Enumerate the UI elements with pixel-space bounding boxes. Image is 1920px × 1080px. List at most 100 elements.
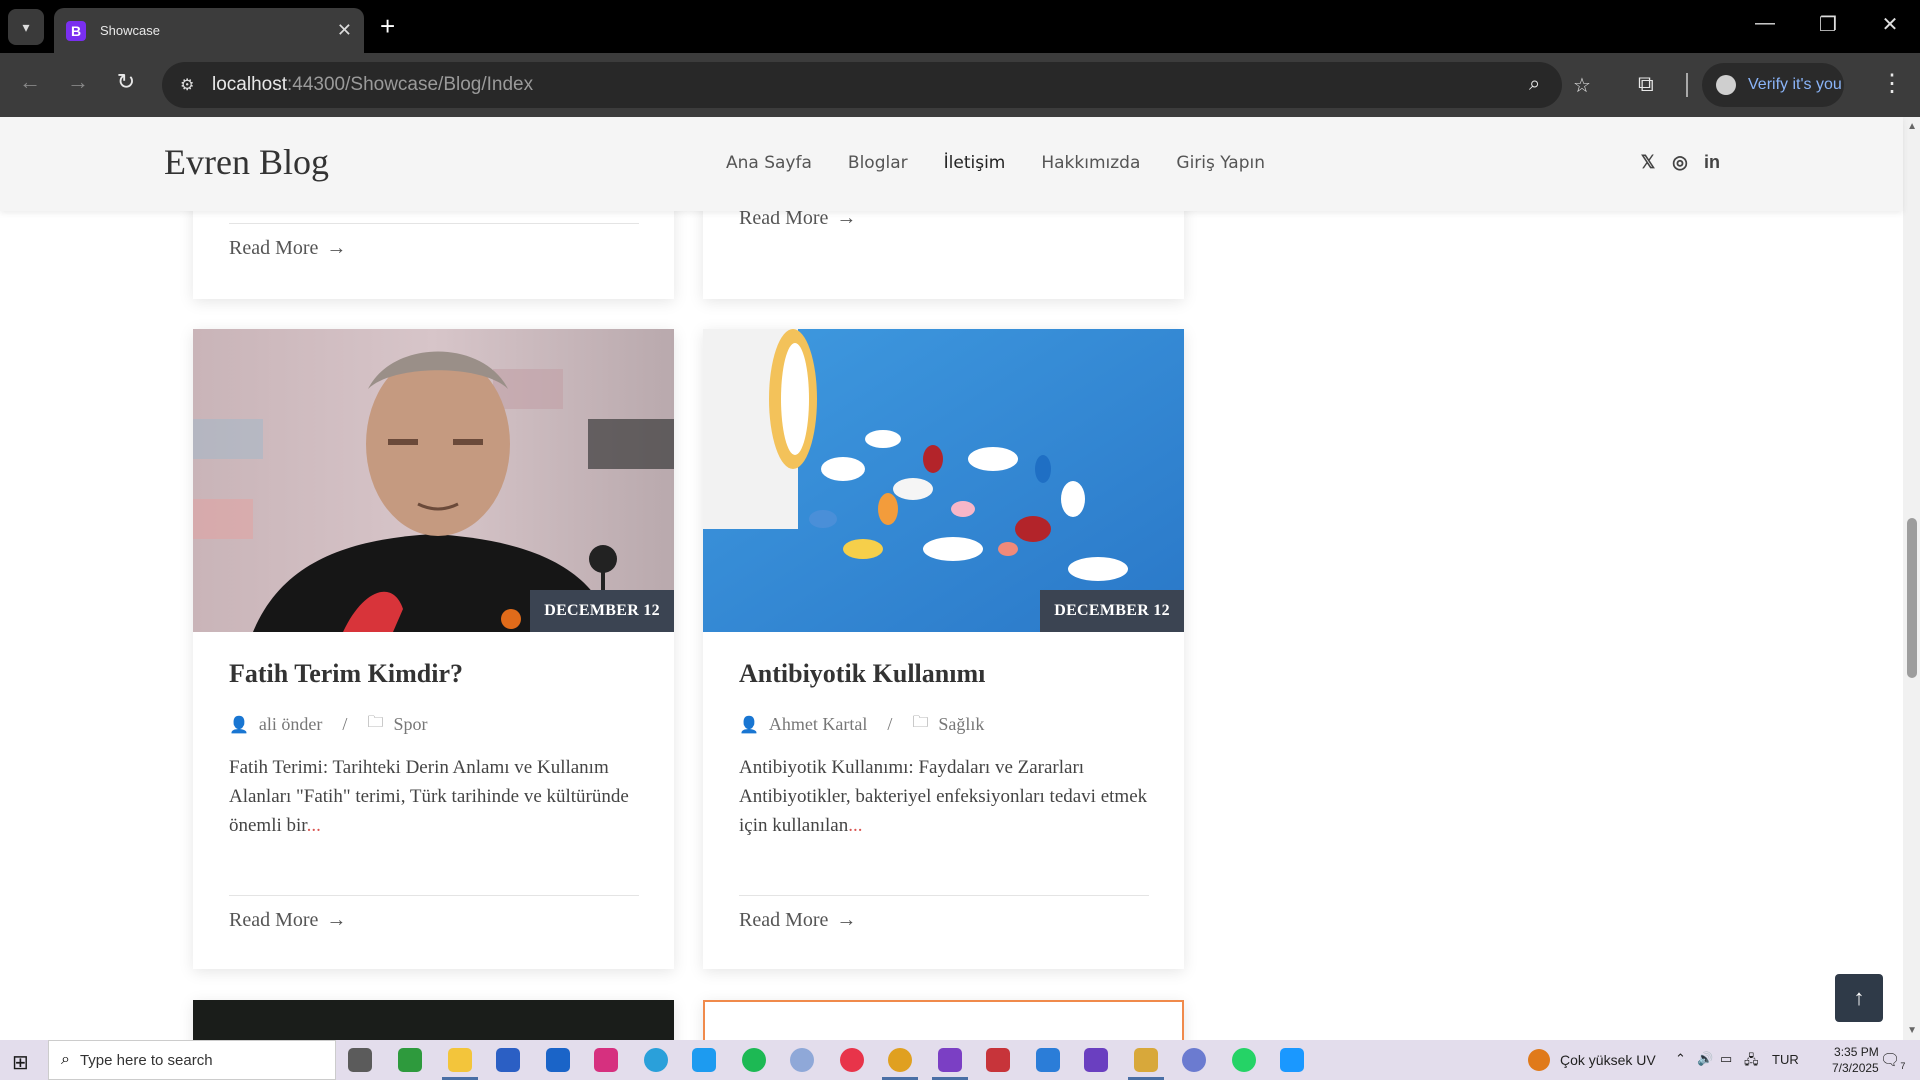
edge-icon[interactable] bbox=[1182, 1048, 1206, 1072]
linkedin-icon[interactable]: in bbox=[1702, 151, 1722, 173]
address-bar[interactable]: ⚙ localhost:44300/Showcase/Blog/Index ⌕ … bbox=[162, 62, 1591, 108]
notification-icon[interactable]: 🗨7 bbox=[1880, 1050, 1905, 1071]
x-icon[interactable]: 𝕏 bbox=[1638, 151, 1658, 173]
spotify-icon[interactable] bbox=[742, 1048, 766, 1072]
post-author[interactable]: ali önder bbox=[259, 714, 322, 735]
main-nav: Ana Sayfa Bloglar İletişim Hakkımızda Gi… bbox=[726, 153, 1265, 173]
windows-taskbar: ⊞ ⌕ Type here to search Çok yüksek UV ⌃ … bbox=[0, 1040, 1920, 1080]
nav-home[interactable]: Ana Sayfa bbox=[726, 153, 812, 173]
visual-studio-icon[interactable] bbox=[938, 1048, 962, 1072]
bookmark-star-icon[interactable]: ☆ bbox=[1573, 73, 1591, 98]
r-app-icon[interactable] bbox=[790, 1048, 814, 1072]
post-image-fatih-terim[interactable]: DECEMBER 12 bbox=[193, 329, 674, 632]
sql-server-icon[interactable] bbox=[986, 1048, 1010, 1072]
browser-tab[interactable]: B Showcase ✕ bbox=[54, 8, 364, 53]
folder-icon: 🗀 bbox=[367, 714, 384, 731]
date-badge: DECEMBER 12 bbox=[530, 590, 674, 632]
network-icon[interactable]: 🖧 bbox=[1744, 1051, 1759, 1073]
site-info-icon[interactable]: ⚙ bbox=[180, 75, 194, 95]
meta-separator: / bbox=[887, 714, 893, 734]
minimize-button[interactable]: — bbox=[1745, 12, 1785, 35]
taskbar-clock[interactable]: 3:35 PM 7/3/2025 bbox=[1832, 1044, 1879, 1076]
read-more-link[interactable]: Read More → bbox=[229, 909, 346, 932]
whatsapp-icon[interactable] bbox=[1232, 1048, 1256, 1072]
site-header: Evren Blog Ana Sayfa Bloglar İletişim Ha… bbox=[0, 117, 1903, 211]
scroll-up-icon[interactable]: ▲ bbox=[1907, 121, 1917, 132]
paint-icon[interactable] bbox=[1134, 1048, 1158, 1072]
post-excerpt: Antibiyotik Kullanımı: Faydaları ve Zara… bbox=[739, 757, 1148, 836]
extensions-icon[interactable]: ⧉ bbox=[1638, 71, 1654, 97]
nav-about[interactable]: Hakkımızda bbox=[1041, 153, 1140, 173]
social-links: 𝕏 ◎ in bbox=[1638, 151, 1722, 173]
back-button[interactable]: ← bbox=[14, 69, 46, 95]
browser-tabstrip: ▾ B Showcase ✕ + — ❐ ✕ bbox=[0, 0, 1920, 53]
tab-search-button[interactable]: ▾ bbox=[8, 9, 44, 45]
zoom-icon[interactable]: ⌕ bbox=[1529, 73, 1540, 96]
page-viewport: Evren Blog Ana Sayfa Bloglar İletişim Ha… bbox=[0, 117, 1920, 1040]
close-window-button[interactable]: ✕ bbox=[1870, 12, 1910, 37]
blog-card-next-left[interactable] bbox=[193, 1000, 674, 1040]
twitter-icon[interactable] bbox=[692, 1048, 716, 1072]
opera-icon[interactable] bbox=[840, 1048, 864, 1072]
new-tab-button[interactable]: + bbox=[380, 12, 395, 40]
prime-video-icon[interactable] bbox=[1280, 1048, 1304, 1072]
verify-label: Verify it's you bbox=[1748, 76, 1842, 93]
file-explorer-icon[interactable] bbox=[448, 1048, 472, 1072]
card-divider bbox=[229, 895, 639, 896]
instagram-icon[interactable]: ◎ bbox=[1670, 151, 1690, 173]
card-divider bbox=[229, 223, 639, 224]
back-to-top-button[interactable]: ↑ bbox=[1835, 974, 1883, 1022]
outlook-icon[interactable] bbox=[546, 1048, 570, 1072]
post-category[interactable]: Sağlık bbox=[938, 714, 984, 735]
arrow-right-icon: → bbox=[836, 909, 857, 931]
taskbar-search[interactable]: ⌕ Type here to search bbox=[48, 1040, 336, 1080]
post-title[interactable]: Fatih Terim Kimdir? bbox=[229, 659, 463, 689]
search-icon: ⌕ bbox=[61, 1051, 70, 1068]
reload-button[interactable]: ↻ bbox=[110, 69, 142, 95]
nav-login[interactable]: Giriş Yapın bbox=[1176, 153, 1265, 173]
verify-profile-button[interactable]: Verify it's you bbox=[1702, 63, 1844, 107]
windows-start-icon[interactable]: ⊞ bbox=[12, 1050, 29, 1075]
telegram-icon[interactable] bbox=[644, 1048, 668, 1072]
instagram-app-icon[interactable] bbox=[594, 1048, 618, 1072]
weather-uv-icon[interactable] bbox=[1528, 1049, 1550, 1071]
tray-chevron-icon[interactable]: ⌃ bbox=[1675, 1051, 1686, 1067]
chrome-icon[interactable] bbox=[888, 1048, 912, 1072]
volume-icon[interactable]: 🔊 bbox=[1697, 1051, 1713, 1067]
page-scrollbar[interactable]: ▲ ▼ bbox=[1903, 117, 1920, 1040]
scroll-down-icon[interactable]: ▼ bbox=[1907, 1025, 1917, 1036]
browser-menu-icon[interactable]: ⋮ bbox=[1880, 69, 1904, 98]
nav-blogs[interactable]: Bloglar bbox=[848, 153, 908, 173]
post-meta: 👤 Ahmet Kartal / 🗀 Sağlık bbox=[739, 711, 984, 738]
vscode-icon[interactable] bbox=[1036, 1048, 1060, 1072]
visual-studio-2-icon[interactable] bbox=[1084, 1048, 1108, 1072]
tab-close-icon[interactable]: ✕ bbox=[337, 20, 352, 41]
read-more-link[interactable]: Read More → bbox=[229, 237, 346, 260]
site-logo[interactable]: Evren Blog bbox=[164, 141, 329, 183]
battery-icon[interactable]: ▭ bbox=[1720, 1051, 1732, 1067]
post-image-antibiotics[interactable]: DECEMBER 12 bbox=[703, 329, 1184, 632]
blog-card: DECEMBER 12 Antibiyotik Kullanımı 👤 Ahme… bbox=[703, 329, 1184, 969]
scrollbar-thumb[interactable] bbox=[1907, 518, 1917, 678]
url-text[interactable]: localhost:44300/Showcase/Blog/Index bbox=[212, 74, 533, 96]
arrow-right-icon: → bbox=[326, 909, 347, 931]
user-icon: 👤 bbox=[739, 716, 759, 734]
read-more-link[interactable]: Read More → bbox=[739, 909, 856, 932]
store-icon[interactable] bbox=[496, 1048, 520, 1072]
post-meta: 👤 ali önder / 🗀 Spor bbox=[229, 711, 427, 738]
forward-button[interactable]: → bbox=[62, 69, 94, 95]
post-title[interactable]: Antibiyotik Kullanımı bbox=[739, 659, 985, 689]
blog-card-next-right[interactable] bbox=[703, 1000, 1184, 1040]
restore-button[interactable]: ❐ bbox=[1808, 12, 1848, 37]
profile-avatar bbox=[1716, 75, 1736, 95]
language-indicator[interactable]: TUR bbox=[1772, 1052, 1799, 1067]
post-author[interactable]: Ahmet Kartal bbox=[769, 714, 867, 735]
task-view-icon[interactable] bbox=[348, 1048, 372, 1072]
nav-contact[interactable]: İletişim bbox=[944, 153, 1006, 173]
tab-favicon-icon: B bbox=[66, 20, 86, 41]
weather-text[interactable]: Çok yüksek UV bbox=[1560, 1052, 1656, 1068]
clock-date: 7/3/2025 bbox=[1832, 1061, 1879, 1075]
xbox-icon[interactable] bbox=[398, 1048, 422, 1072]
folder-icon: 🗀 bbox=[912, 714, 929, 731]
post-category[interactable]: Spor bbox=[393, 714, 427, 735]
